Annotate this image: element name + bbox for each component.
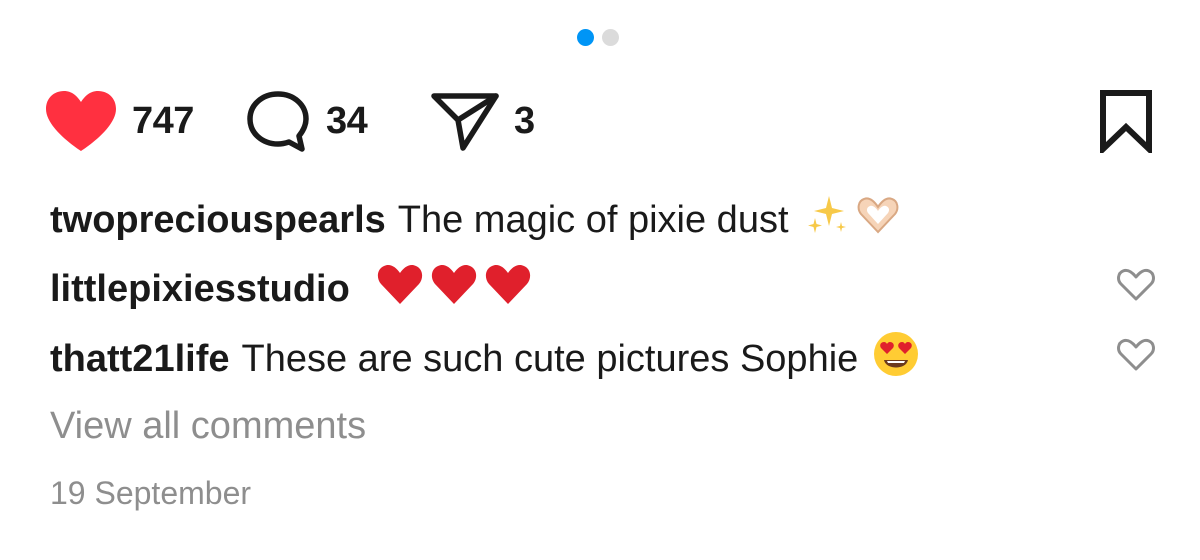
carousel-indicator — [577, 29, 619, 46]
share-button[interactable]: 3 — [430, 88, 535, 154]
like-button[interactable]: 747 — [44, 88, 194, 154]
comment-bubble-icon — [244, 88, 312, 154]
heart-hands-icon — [855, 192, 901, 248]
comment-row: littlepixiesstudio — [50, 263, 1156, 315]
share-count: 3 — [514, 99, 535, 142]
comment-username[interactable]: littlepixiesstudio — [50, 268, 350, 311]
caption-emojis — [803, 192, 901, 248]
caption-text: The magic of pixie dust — [397, 198, 789, 241]
carousel-dot-active — [577, 29, 594, 46]
carousel-dot — [602, 29, 619, 46]
view-all-comments-link[interactable]: View all comments — [50, 405, 366, 448]
red-heart-icon — [376, 262, 424, 316]
bookmark-icon — [1098, 89, 1154, 153]
like-count: 747 — [132, 99, 194, 142]
comment-count: 34 — [326, 99, 368, 142]
heart-outline-icon — [1117, 268, 1155, 301]
red-heart-icon — [484, 262, 532, 316]
sparkles-icon — [803, 192, 849, 248]
heart-outline-icon — [1117, 338, 1155, 371]
heart-eyes-face-icon — [872, 330, 920, 388]
action-bar: 747 34 3 — [44, 88, 1154, 154]
caption: twopreciouspearls The magic of pixie dus… — [50, 194, 1156, 246]
paper-plane-icon — [430, 88, 500, 154]
comment-text: These are such cute pictures Sophie — [241, 337, 859, 380]
comment-emojis — [376, 262, 532, 316]
red-heart-icon — [430, 262, 478, 316]
caption-username[interactable]: twopreciouspearls — [50, 199, 386, 242]
comment-button[interactable]: 34 — [244, 88, 368, 154]
comment-emojis — [872, 330, 920, 388]
comment-row: thatt21life These are such cute pictures… — [50, 330, 1156, 388]
post-date: 19 September — [50, 475, 252, 511]
heart-filled-icon — [44, 89, 118, 153]
save-button[interactable] — [1098, 88, 1154, 154]
comment-like-button[interactable] — [1116, 266, 1156, 312]
comment-like-button[interactable] — [1116, 336, 1156, 382]
comment-username[interactable]: thatt21life — [50, 338, 229, 381]
